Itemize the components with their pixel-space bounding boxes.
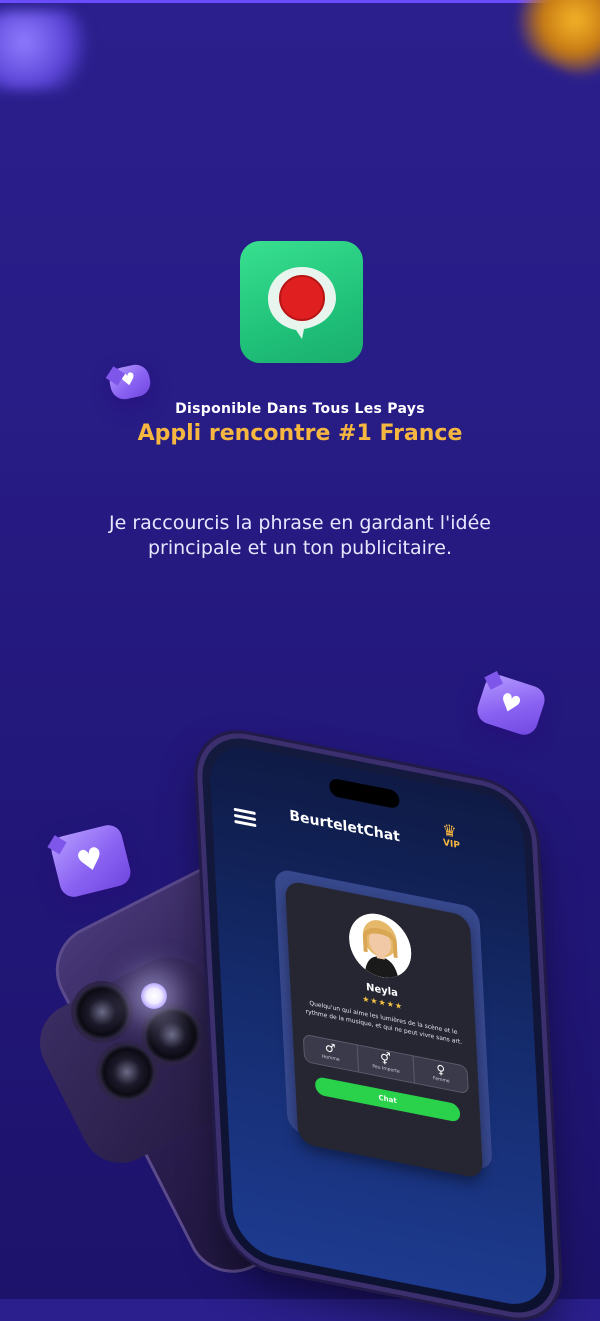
camera-flash	[141, 983, 167, 1009]
camera-lens	[75, 985, 129, 1039]
map-pin-icon	[268, 267, 336, 339]
gender-option-peu-importe[interactable]: ⚥ Peu Importe	[356, 1044, 414, 1084]
avatar	[347, 908, 413, 984]
availability-text: Disponible Dans Tous Les Pays	[175, 401, 425, 417]
dynamic-island	[328, 777, 400, 810]
top-accent-line	[0, 0, 600, 3]
decorative-gold-blur	[504, 0, 600, 89]
heart-bubble-icon: ♥	[107, 362, 153, 402]
decorative-bubble-blur	[0, 10, 90, 90]
hamburger-menu-icon[interactable]	[233, 805, 257, 831]
gender-option-homme[interactable]: ♂ Homme	[303, 1034, 359, 1073]
vip-label[interactable]: VIP	[443, 838, 460, 851]
front-phone: BeurteletChat ♛ VIP Neyla ★★★★★ Quelqu'u…	[200, 730, 560, 1321]
app-icon	[240, 241, 363, 363]
camera-lens	[145, 1008, 199, 1062]
heart-bubble-icon: ♥	[473, 671, 549, 739]
camera-lens	[100, 1045, 154, 1099]
headline: Appli rencontre #1 France	[137, 421, 463, 446]
heart-bubble-icon: ♥	[48, 822, 134, 900]
profile-card: Neyla ★★★★★ Quelqu'un qui aime les lumiè…	[284, 879, 484, 1180]
subtext: Je raccourcis la phrase en gardant l'idé…	[109, 512, 491, 559]
app-name: BeurteletChat	[289, 807, 401, 846]
gender-option-femme[interactable]: ♀ Femme	[412, 1055, 469, 1095]
phone-screen: BeurteletChat ♛ VIP Neyla ★★★★★ Quelqu'u…	[208, 739, 549, 1312]
